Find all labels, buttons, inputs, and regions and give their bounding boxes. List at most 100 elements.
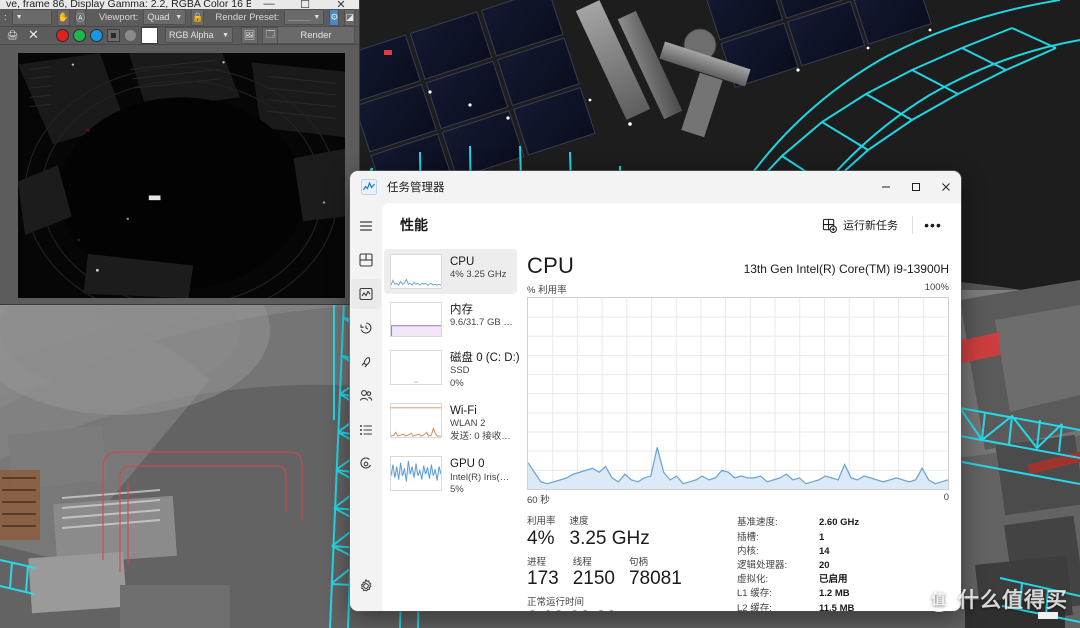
memory-thumbnail-graph <box>390 302 442 337</box>
viewport-value: Quad 4 ...pective <box>147 12 172 23</box>
spec-key: 基准速度: <box>737 517 778 529</box>
wifi-mini-chart <box>391 407 441 437</box>
gpu-thumbnail-graph <box>390 456 442 492</box>
resource-name: GPU 0 <box>450 458 485 471</box>
stat-row-1: 利用率 4% 速度 3.25 GHz <box>527 516 737 549</box>
cpu-specs: 基准速度: 2.60 GHz 插槽: 1 内核: 14 逻辑处理器: 20 虚拟… <box>737 516 949 611</box>
resource-sub2: 0% <box>450 377 464 389</box>
green-channel-toggle[interactable] <box>73 28 86 42</box>
render-minimize-button[interactable]: — <box>251 0 287 9</box>
hand-tool-icon[interactable]: ✋ <box>56 8 70 26</box>
sidebar-item-hamburger[interactable] <box>351 211 381 241</box>
run-new-task-button[interactable]: 运行新任务 <box>814 212 906 238</box>
spec-l2-cache: L2 缓存: 11.5 MB <box>737 602 949 611</box>
spec-key: 插槽: <box>737 531 759 543</box>
background-color-swatch[interactable] <box>141 26 158 44</box>
viewport-select[interactable]: Quad 4 ...pective ▼ <box>143 9 187 26</box>
list-icon <box>360 425 373 435</box>
stat-value: 78081 <box>628 568 682 590</box>
task-manager-window[interactable]: 任务管理器 性能 运行新任务 ••• CPU 4% 3.25 GHz 内存 9.… <box>350 171 961 611</box>
sidebar-item-app-history[interactable] <box>351 313 381 343</box>
resource-item-wifi[interactable]: Wi-Fi WLAN 2 发送: 0 接收: 0 Kbps <box>384 398 517 448</box>
stat-row-3: 正常运行时间 0:00:20:00 <box>527 597 737 611</box>
partial-label-left: : <box>4 11 7 23</box>
disk-text: 磁盘 0 (C: D:) SSD 0% <box>450 350 519 390</box>
sidebar-item-processes[interactable] <box>351 245 381 275</box>
sidebar-item-services[interactable] <box>351 449 381 479</box>
resource-sub2: 发送: 0 接收: 0 Kbps <box>450 430 513 442</box>
tm-maximize-button[interactable] <box>901 171 931 203</box>
cpu-utilization-chart <box>527 297 949 491</box>
spec-l1-cache: L1 缓存: 1.2 MB <box>737 587 949 601</box>
task-manager-titlebar[interactable]: 任务管理器 <box>350 171 961 203</box>
render-frame-window[interactable]: ve, frame 86, Display Gamma: 2.2, RGBA C… <box>0 0 360 305</box>
mono-channel-toggle[interactable] <box>124 28 137 42</box>
graph-top-axis: % 利用率 100% <box>527 282 949 296</box>
services-icon <box>360 457 372 469</box>
resource-name: Wi-Fi <box>450 405 477 418</box>
lock-icon[interactable]: 🔒 <box>191 8 205 26</box>
cpu-mini-chart <box>391 278 441 286</box>
x-axis-left: 60 秒 <box>527 495 550 507</box>
viewport-label: Viewport: <box>98 11 139 23</box>
resource-item-cpu[interactable]: CPU 4% 3.25 GHz <box>384 249 517 294</box>
sidebar-item-users[interactable] <box>351 381 381 411</box>
sidebar-item-settings[interactable] <box>351 571 381 601</box>
blue-channel-toggle[interactable] <box>90 28 103 42</box>
channel-select[interactable]: RGB Alpha ▼ <box>165 27 233 44</box>
chevron-down-icon: ▼ <box>175 13 183 21</box>
save-image-icon[interactable]: 🖼 <box>241 26 258 44</box>
stat-speed: 速度 3.25 GHz <box>570 516 650 549</box>
alpha-channel-toggle[interactable] <box>107 28 120 42</box>
render-preset-value <box>288 20 311 22</box>
gpu-text: GPU 0 Intel(R) Iris(R) Xe Gr... 5% <box>450 456 513 496</box>
task-manager-body: 性能 运行新任务 ••• CPU 4% 3.25 GHz 内存 9.6/31.7… <box>350 203 961 611</box>
render-image-area[interactable] <box>0 44 359 304</box>
render-button[interactable]: Render <box>277 26 355 44</box>
resource-sub1: WLAN 2 <box>450 418 486 430</box>
close-icon <box>942 183 950 191</box>
tm-minimize-button[interactable] <box>871 171 901 203</box>
resource-item-gpu[interactable]: GPU 0 Intel(R) Iris(R) Xe Gr... 5% <box>384 451 517 501</box>
gpu-mini-chart <box>391 460 441 482</box>
spec-value: 1.2 MB <box>819 588 850 600</box>
stat-label: 进程 <box>527 556 547 568</box>
spec-key: L2 缓存: <box>737 602 772 611</box>
exposure-icon[interactable]: ◪ <box>344 8 355 26</box>
sidebar-item-startup-apps[interactable] <box>351 347 381 377</box>
wifi-thumbnail-graph <box>390 403 442 439</box>
red-channel-toggle[interactable] <box>56 28 69 42</box>
area-tool-icon[interactable]: Ⓐ <box>74 8 86 26</box>
render-setup-icon[interactable]: ⚙ <box>329 8 340 26</box>
more-options-button[interactable]: ••• <box>919 212 947 238</box>
sidebar-item-details[interactable] <box>351 415 381 445</box>
render-window-titlebar[interactable]: ve, frame 86, Display Gamma: 2.2, RGBA C… <box>0 0 359 9</box>
page-title: 性能 <box>400 217 428 233</box>
chevron-down-icon: ▼ <box>15 13 23 21</box>
cpu-heading: CPU <box>527 253 575 278</box>
resource-item-disk[interactable]: 磁盘 0 (C: D:) SSD 0% <box>384 345 519 395</box>
tm-close-button[interactable] <box>931 171 961 203</box>
render-preset-select[interactable]: ▼ <box>284 9 325 26</box>
cpu-chart-svg <box>528 298 948 490</box>
unknown-combo[interactable]: ▼ <box>11 9 52 26</box>
spec-cores: 内核: 14 <box>737 545 949 559</box>
stat-threads: 线程 2150 <box>573 557 615 590</box>
clear-icon[interactable]: ✕ <box>25 27 42 44</box>
hamburger-icon <box>359 221 373 231</box>
render-close-button[interactable]: ✕ <box>323 0 359 9</box>
disk-thumbnail-graph <box>390 350 442 385</box>
run-new-task-label: 运行新任务 <box>843 220 898 232</box>
print-icon[interactable]: 🖨 <box>4 27 21 44</box>
resource-item-memory[interactable]: 内存 9.6/31.7 GB (30%) <box>384 297 517 342</box>
sidebar-item-performance[interactable] <box>351 279 381 309</box>
render-maximize-button[interactable]: ☐ <box>287 0 323 9</box>
y-axis-max: 100% <box>924 282 949 293</box>
spec-key: 内核: <box>737 545 759 557</box>
render-window-controls: — ☐ ✕ <box>251 0 359 9</box>
stat-label: 正常运行时间 <box>527 596 585 608</box>
spec-logical-processors: 逻辑处理器: 20 <box>737 559 949 573</box>
cpu-model: 13th Gen Intel(R) Core(TM) i9-13900H <box>743 262 949 276</box>
task-manager-header: 性能 运行新任务 ••• <box>382 203 961 247</box>
stat-value: 2150 <box>572 568 615 590</box>
